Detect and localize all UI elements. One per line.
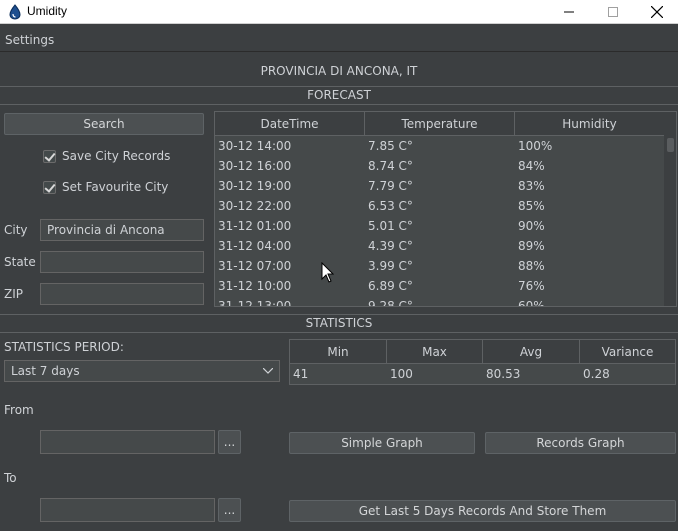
temperature-cell: 9.28 C° (368, 299, 413, 307)
humidity-cell: 60% (518, 299, 545, 307)
column-header-max[interactable]: Max (387, 340, 483, 363)
close-button[interactable] (634, 0, 678, 24)
stat-min-value: 41 (293, 367, 309, 381)
zip-input[interactable] (40, 283, 204, 305)
humidity-cell: 100% (518, 139, 553, 153)
menu-settings[interactable]: Settings (5, 33, 54, 47)
state-input[interactable] (40, 251, 204, 273)
datetime-cell: 30-12 16:00 (218, 159, 292, 173)
minimize-icon (564, 11, 574, 13)
set-favourite-city-label: Set Favourite City (62, 180, 169, 194)
datetime-cell: 30-12 14:00 (218, 139, 292, 153)
search-button[interactable]: Search (4, 113, 204, 135)
temperature-cell: 3.99 C° (368, 259, 413, 273)
city-input[interactable]: Provincia di Ancona (40, 219, 204, 241)
forecast-table-header: DateTime Temperature Humidity (215, 112, 664, 136)
column-header-avg[interactable]: Avg (483, 340, 580, 363)
forecast-scrollbar[interactable] (664, 112, 676, 306)
humidity-cell: 83% (518, 179, 545, 193)
table-row[interactable]: 31-12 10:00 6.89 C° 76% (215, 276, 664, 296)
table-row[interactable]: 31-12 04:00 4.39 C° 89% (215, 236, 664, 256)
from-date-picker-button[interactable]: ... (218, 430, 241, 454)
from-date-input[interactable] (40, 430, 215, 454)
temperature-cell: 8.74 C° (368, 159, 413, 173)
minimize-button[interactable] (546, 0, 592, 24)
humidity-cell: 84% (518, 159, 545, 173)
forecast-table: DateTime Temperature Humidity 30-12 14:0… (214, 111, 677, 307)
column-header-humidity[interactable]: Humidity (515, 112, 664, 135)
stat-variance-value: 0.28 (583, 367, 610, 381)
temperature-cell: 7.79 C° (368, 179, 413, 193)
table-row[interactable]: 41 100 80.53 0.28 (290, 364, 675, 384)
checkbox-checked-icon (43, 149, 56, 163)
close-icon (651, 6, 663, 18)
datetime-cell: 31-12 13:00 (218, 299, 292, 307)
forecast-header: FORECAST (0, 86, 678, 105)
mouse-cursor-icon (321, 262, 335, 283)
save-city-records-label: Save City Records (62, 149, 171, 163)
table-row[interactable]: 31-12 01:00 5.01 C° 90% (215, 216, 664, 236)
stat-max-value: 100 (390, 367, 413, 381)
scrollbar-thumb[interactable] (667, 138, 674, 152)
maximize-icon (608, 7, 618, 17)
table-row[interactable]: 31-12 13:00 9.28 C° 60% (215, 296, 664, 307)
city-input-value: Provincia di Ancona (47, 223, 165, 237)
datetime-cell: 30-12 19:00 (218, 179, 292, 193)
humidity-cell: 89% (518, 239, 545, 253)
humidity-cell: 90% (518, 219, 545, 233)
statistics-period-label: STATISTICS PERIOD: (4, 340, 124, 354)
maximize-button[interactable] (590, 0, 636, 24)
table-row[interactable]: 30-12 16:00 8.74 C° 84% (215, 156, 664, 176)
datetime-cell: 31-12 04:00 (218, 239, 292, 253)
from-label: From (4, 403, 34, 417)
get-records-button[interactable]: Get Last 5 Days Records And Store Them (289, 500, 676, 522)
state-label: State (4, 255, 36, 269)
forecast-table-body: 30-12 14:00 7.85 C° 100% 30-12 16:00 8.74 C°… (215, 136, 664, 307)
records-graph-button[interactable]: Records Graph (485, 432, 676, 454)
chevron-down-icon (263, 368, 273, 374)
statistics-table-header: Min Max Avg Variance (290, 340, 675, 364)
column-header-variance[interactable]: Variance (580, 340, 675, 363)
to-date-picker-button[interactable]: ... (218, 498, 241, 522)
humidity-cell: 76% (518, 279, 545, 293)
datetime-cell: 31-12 01:00 (218, 219, 292, 233)
to-label: To (4, 471, 17, 485)
humidity-cell: 85% (518, 199, 545, 213)
temperature-cell: 4.39 C° (368, 239, 413, 253)
temperature-cell: 7.85 C° (368, 139, 413, 153)
column-header-datetime[interactable]: DateTime (215, 112, 365, 135)
water-drop-icon (9, 4, 21, 20)
simple-graph-button[interactable]: Simple Graph (289, 432, 475, 454)
column-header-temperature[interactable]: Temperature (365, 112, 515, 135)
checkbox-checked-icon (43, 180, 56, 194)
table-row[interactable]: 31-12 07:00 3.99 C° 88% (215, 256, 664, 276)
statistics-header: STATISTICS (0, 314, 678, 333)
datetime-cell: 30-12 22:00 (218, 199, 292, 213)
temperature-cell: 5.01 C° (368, 219, 413, 233)
window-titlebar: Umidity (0, 0, 678, 24)
column-header-min[interactable]: Min (290, 340, 387, 363)
save-city-records-checkbox[interactable]: Save City Records (43, 149, 170, 163)
table-row[interactable]: 30-12 14:00 7.85 C° 100% (215, 136, 664, 156)
stat-avg-value: 80.53 (486, 367, 521, 381)
zip-label: ZIP (4, 287, 23, 301)
to-date-input[interactable] (40, 498, 215, 522)
menubar: Settings (0, 28, 678, 52)
city-label: City (4, 223, 28, 237)
datetime-cell: 31-12 07:00 (218, 259, 292, 273)
temperature-cell: 6.89 C° (368, 279, 413, 293)
statistics-period-value: Last 7 days (11, 364, 80, 378)
datetime-cell: 31-12 10:00 (218, 279, 292, 293)
table-row[interactable]: 30-12 22:00 6.53 C° 85% (215, 196, 664, 216)
statistics-period-select[interactable]: Last 7 days (4, 360, 280, 382)
temperature-cell: 6.53 C° (368, 199, 413, 213)
statistics-table: Min Max Avg Variance 41 100 80.53 0.28 (289, 339, 676, 385)
window-title: Umidity (27, 4, 68, 18)
table-row[interactable]: 30-12 19:00 7.79 C° 83% (215, 176, 664, 196)
city-title: PROVINCIA DI ANCONA, IT (260, 64, 418, 78)
humidity-cell: 88% (518, 259, 545, 273)
set-favourite-city-checkbox[interactable]: Set Favourite City (43, 180, 168, 194)
